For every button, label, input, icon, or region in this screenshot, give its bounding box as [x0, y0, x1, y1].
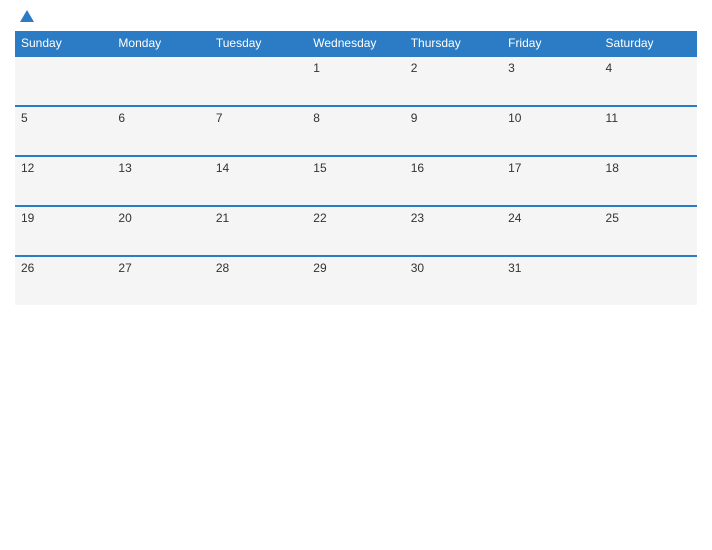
day-number: 23: [411, 211, 424, 225]
day-number: 9: [411, 111, 418, 125]
day-cell: 27: [112, 256, 209, 305]
empty-day-cell: [210, 56, 307, 106]
day-cell: 25: [600, 206, 697, 256]
day-number: 26: [21, 261, 34, 275]
day-cell: 15: [307, 156, 404, 206]
weekday-header: Sunday: [15, 31, 112, 56]
day-cell: 10: [502, 106, 599, 156]
day-cell: 6: [112, 106, 209, 156]
day-number: 27: [118, 261, 131, 275]
day-cell: 16: [405, 156, 502, 206]
weekday-header: Saturday: [600, 31, 697, 56]
day-cell: 9: [405, 106, 502, 156]
day-number: 21: [216, 211, 229, 225]
weekday-header: Monday: [112, 31, 209, 56]
day-number: 17: [508, 161, 521, 175]
day-cell: 20: [112, 206, 209, 256]
empty-day-cell: [15, 56, 112, 106]
day-cell: 5: [15, 106, 112, 156]
logo-triangle-icon: [20, 10, 34, 22]
day-number: 13: [118, 161, 131, 175]
day-number: 30: [411, 261, 424, 275]
day-cell: 22: [307, 206, 404, 256]
day-number: 7: [216, 111, 223, 125]
weekday-header: Wednesday: [307, 31, 404, 56]
logo: [17, 10, 34, 23]
calendar-week-row: 1 2 3 4: [15, 56, 697, 106]
day-number: 1: [313, 61, 320, 75]
day-cell: 7: [210, 106, 307, 156]
day-number: 14: [216, 161, 229, 175]
calendar-week-row: 26 27 28 29 30 31: [15, 256, 697, 305]
day-number: 2: [411, 61, 418, 75]
calendar-page: SundayMondayTuesdayWednesdayThursdayFrid…: [0, 0, 712, 550]
day-number: 6: [118, 111, 125, 125]
day-number: 3: [508, 61, 515, 75]
day-number: 10: [508, 111, 521, 125]
day-cell: 31: [502, 256, 599, 305]
day-cell: 1: [307, 56, 404, 106]
day-number: 8: [313, 111, 320, 125]
day-number: 20: [118, 211, 131, 225]
day-cell: 26: [15, 256, 112, 305]
day-cell: 18: [600, 156, 697, 206]
empty-day-cell: [600, 256, 697, 305]
day-number: 28: [216, 261, 229, 275]
logo-blue-text: [17, 10, 34, 23]
day-number: 11: [606, 111, 618, 125]
day-cell: 11: [600, 106, 697, 156]
day-number: 12: [21, 161, 34, 175]
calendar-table: SundayMondayTuesdayWednesdayThursdayFrid…: [15, 31, 697, 305]
day-number: 29: [313, 261, 326, 275]
day-number: 16: [411, 161, 424, 175]
day-cell: 24: [502, 206, 599, 256]
day-cell: 17: [502, 156, 599, 206]
day-cell: 13: [112, 156, 209, 206]
weekday-header-row: SundayMondayTuesdayWednesdayThursdayFrid…: [15, 31, 697, 56]
day-number: 4: [606, 61, 613, 75]
day-cell: 2: [405, 56, 502, 106]
day-cell: 28: [210, 256, 307, 305]
weekday-header: Tuesday: [210, 31, 307, 56]
calendar-week-row: 12 13 14 15 16 17 18: [15, 156, 697, 206]
day-number: 5: [21, 111, 28, 125]
day-number: 31: [508, 261, 521, 275]
day-number: 19: [21, 211, 34, 225]
day-cell: 29: [307, 256, 404, 305]
day-cell: 3: [502, 56, 599, 106]
header: [15, 10, 697, 23]
day-number: 22: [313, 211, 326, 225]
day-cell: 12: [15, 156, 112, 206]
day-cell: 21: [210, 206, 307, 256]
day-number: 24: [508, 211, 521, 225]
day-cell: 14: [210, 156, 307, 206]
day-cell: 19: [15, 206, 112, 256]
day-cell: 8: [307, 106, 404, 156]
day-cell: 30: [405, 256, 502, 305]
weekday-header: Friday: [502, 31, 599, 56]
day-number: 18: [606, 161, 619, 175]
calendar-week-row: 5 6 7 8 9 10 11: [15, 106, 697, 156]
empty-day-cell: [112, 56, 209, 106]
day-number: 25: [606, 211, 619, 225]
day-cell: 4: [600, 56, 697, 106]
day-number: 15: [313, 161, 326, 175]
day-cell: 23: [405, 206, 502, 256]
weekday-header: Thursday: [405, 31, 502, 56]
calendar-week-row: 19 20 21 22 23 24 25: [15, 206, 697, 256]
